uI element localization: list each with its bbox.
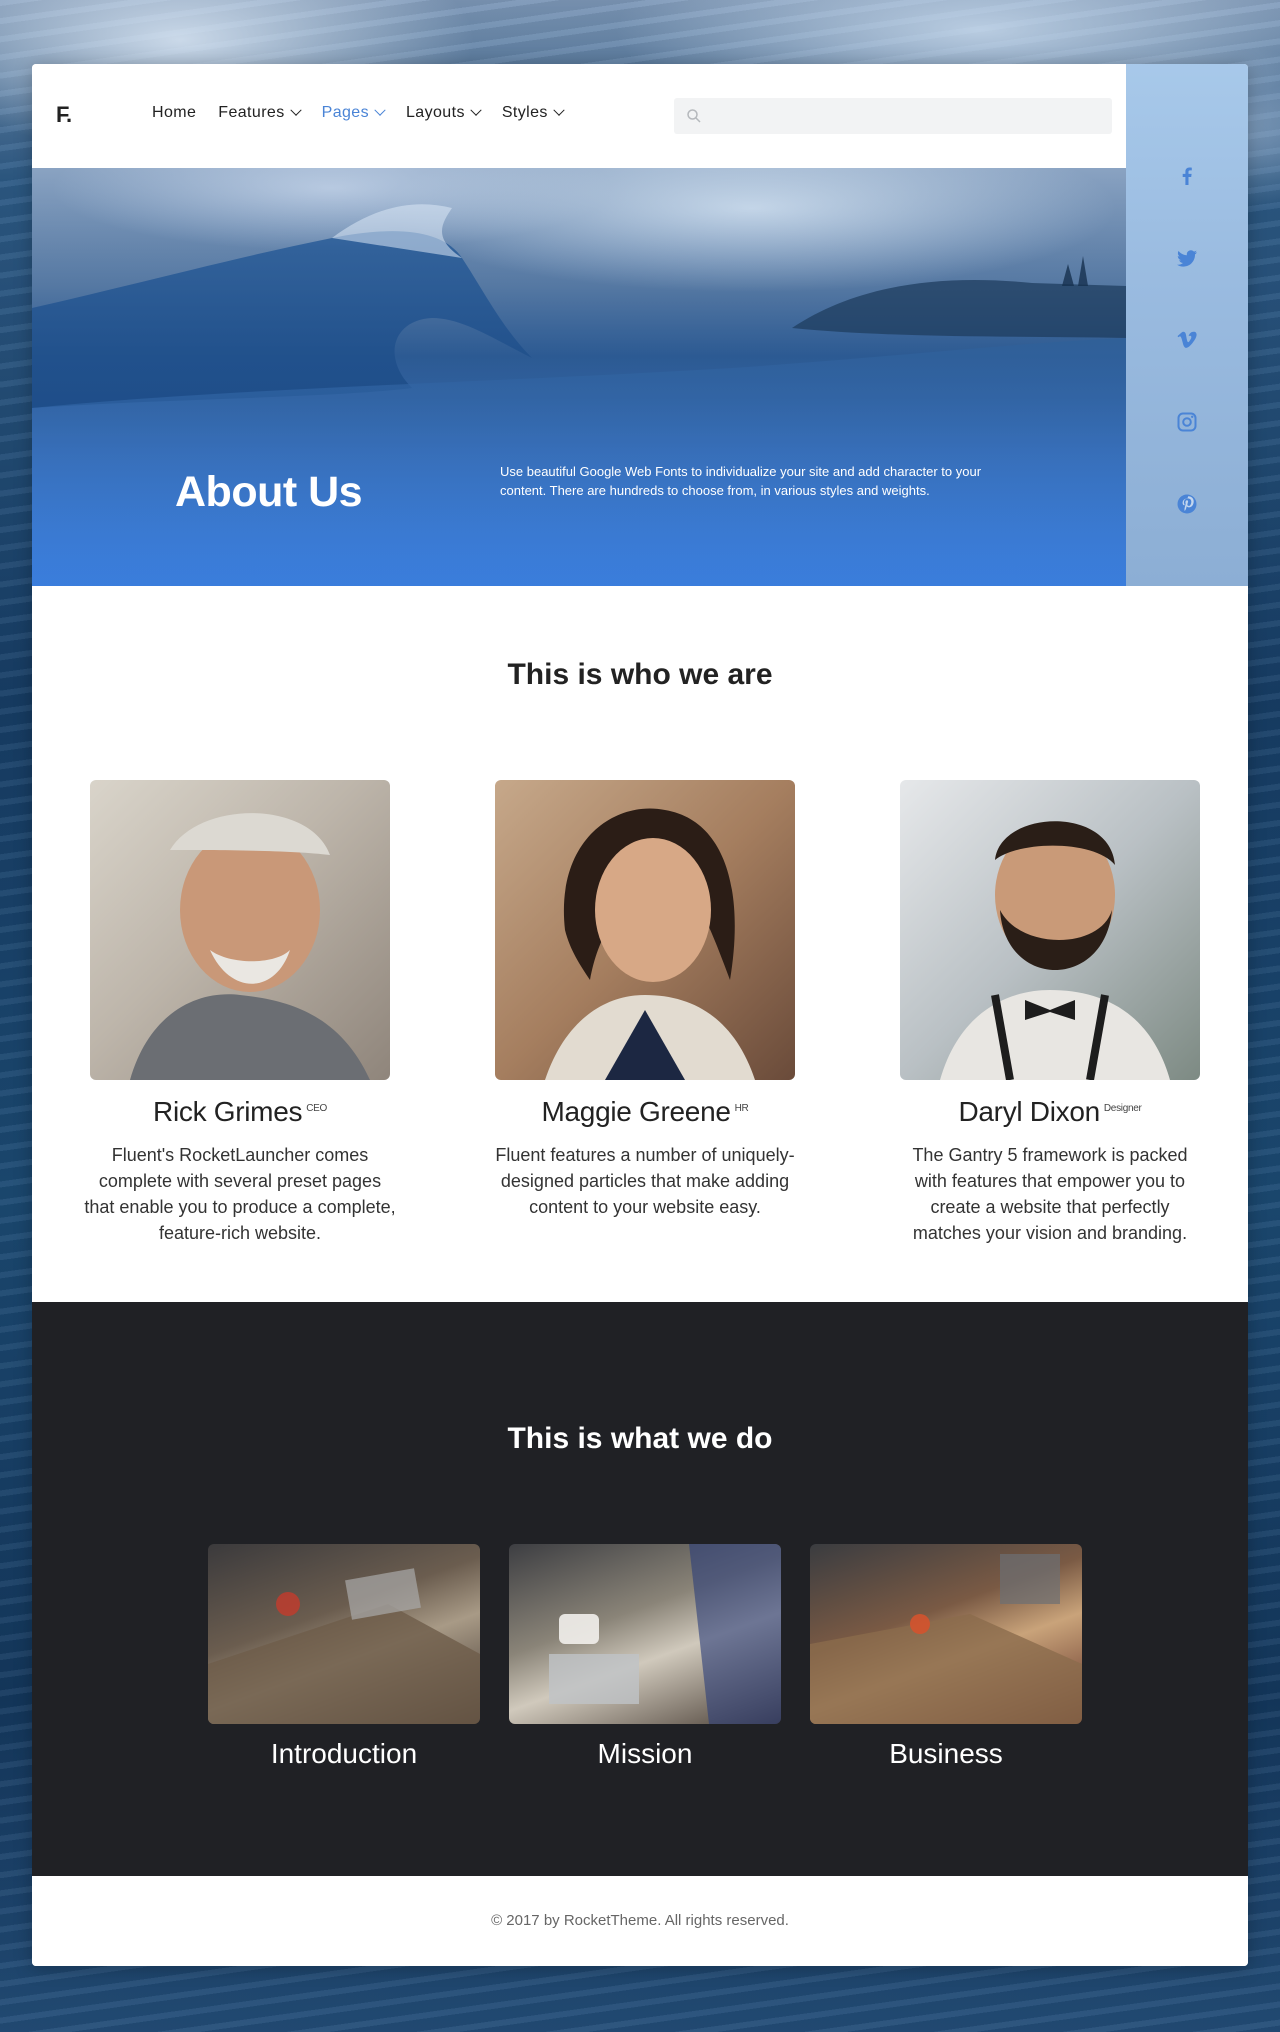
chevron-down-icon	[289, 104, 302, 116]
member-name-text: Maggie Greene	[541, 1096, 731, 1127]
nav-label: Pages	[321, 104, 369, 121]
team-member-name: Daryl Dixon Designer	[900, 1096, 1200, 1128]
nav-item-pages[interactable]: Pages	[321, 104, 386, 122]
team-member-card: Rick Grimes CEO Fluent's RocketLauncher c…	[84, 780, 396, 1246]
services-section: This is what we do Introduction Mission	[32, 1302, 1248, 1876]
page-container: F. Home Features Pages Layouts Styles Ab…	[32, 64, 1248, 1966]
chevron-down-icon	[470, 104, 482, 116]
services-section-title: This is what we do	[507, 1422, 773, 1455]
pinterest-icon[interactable]	[1175, 492, 1199, 516]
nav-item-layouts[interactable]: Layouts	[406, 104, 482, 122]
twitter-icon[interactable]	[1175, 246, 1199, 270]
search-box	[674, 97, 1112, 135]
site-logo[interactable]: F.	[56, 102, 72, 128]
team-member-photo	[495, 780, 795, 1080]
service-label: Business	[889, 1738, 1003, 1769]
team-member-description: Fluent's RocketLauncher comes complete w…	[84, 1145, 396, 1243]
chevron-down-icon	[374, 104, 386, 116]
service-card-introduction[interactable]: Introduction	[208, 1544, 480, 1770]
vimeo-icon[interactable]	[1175, 328, 1199, 352]
nav-label: Features	[218, 104, 285, 121]
team-member-name: Maggie Greene HR	[495, 1096, 795, 1128]
search-input[interactable]	[702, 97, 1112, 135]
team-member-card: Maggie Greene HR Fluent features a number…	[495, 780, 795, 1220]
service-label: Mission	[597, 1738, 693, 1769]
nav-label: Styles	[501, 104, 548, 121]
service-card-mission[interactable]: Mission	[509, 1544, 781, 1770]
member-role: HR	[734, 1103, 749, 1114]
member-name-text: Daryl Dixon	[958, 1096, 1100, 1127]
hero-banner: About Us Use beautiful Google Web Fonts …	[32, 168, 1126, 586]
hero-description: Use beautiful Google Web Fonts to indivi…	[500, 464, 982, 498]
team-member-photo	[90, 780, 390, 1080]
main-nav: Home Features Pages Layouts Styles	[152, 104, 585, 122]
social-sidebar	[1126, 64, 1248, 586]
nav-item-styles[interactable]: Styles	[501, 104, 565, 122]
copyright-text: © 2017 by RocketTheme. All rights reserv…	[491, 1912, 789, 1929]
team-member-photo	[900, 780, 1200, 1080]
team-member-description: Fluent features a number of uniquely-des…	[495, 1145, 795, 1217]
nav-item-features[interactable]: Features	[218, 104, 302, 122]
facebook-icon[interactable]	[1175, 164, 1199, 188]
service-image	[810, 1544, 1082, 1724]
team-member-description: The Gantry 5 framework is packed with fe…	[912, 1145, 1188, 1243]
instagram-icon[interactable]	[1175, 410, 1199, 434]
search-icon	[687, 109, 701, 123]
site-header: F. Home Features Pages Layouts Styles	[32, 64, 1126, 168]
nav-item-home[interactable]: Home	[152, 104, 196, 122]
service-image	[208, 1544, 480, 1724]
team-member-card: Daryl Dixon Designer The Gantry 5 framewo…	[900, 780, 1200, 1246]
team-section-title: This is who we are	[507, 658, 773, 691]
team-member-name: Rick Grimes CEO	[90, 1096, 390, 1128]
member-role: CEO	[306, 1103, 327, 1114]
nav-label: Home	[152, 104, 197, 121]
hero-title: About Us	[175, 468, 363, 516]
wave-image	[32, 204, 1126, 586]
site-footer: © 2017 by RocketTheme. All rights reserv…	[32, 1876, 1248, 1966]
chevron-down-icon	[553, 104, 565, 116]
nav-label: Layouts	[406, 104, 465, 121]
member-name-text: Rick Grimes	[153, 1096, 303, 1127]
service-card-business[interactable]: Business	[810, 1544, 1082, 1770]
service-image	[509, 1544, 781, 1724]
member-role: Designer	[1103, 1103, 1142, 1114]
service-label: Introduction	[270, 1738, 418, 1769]
